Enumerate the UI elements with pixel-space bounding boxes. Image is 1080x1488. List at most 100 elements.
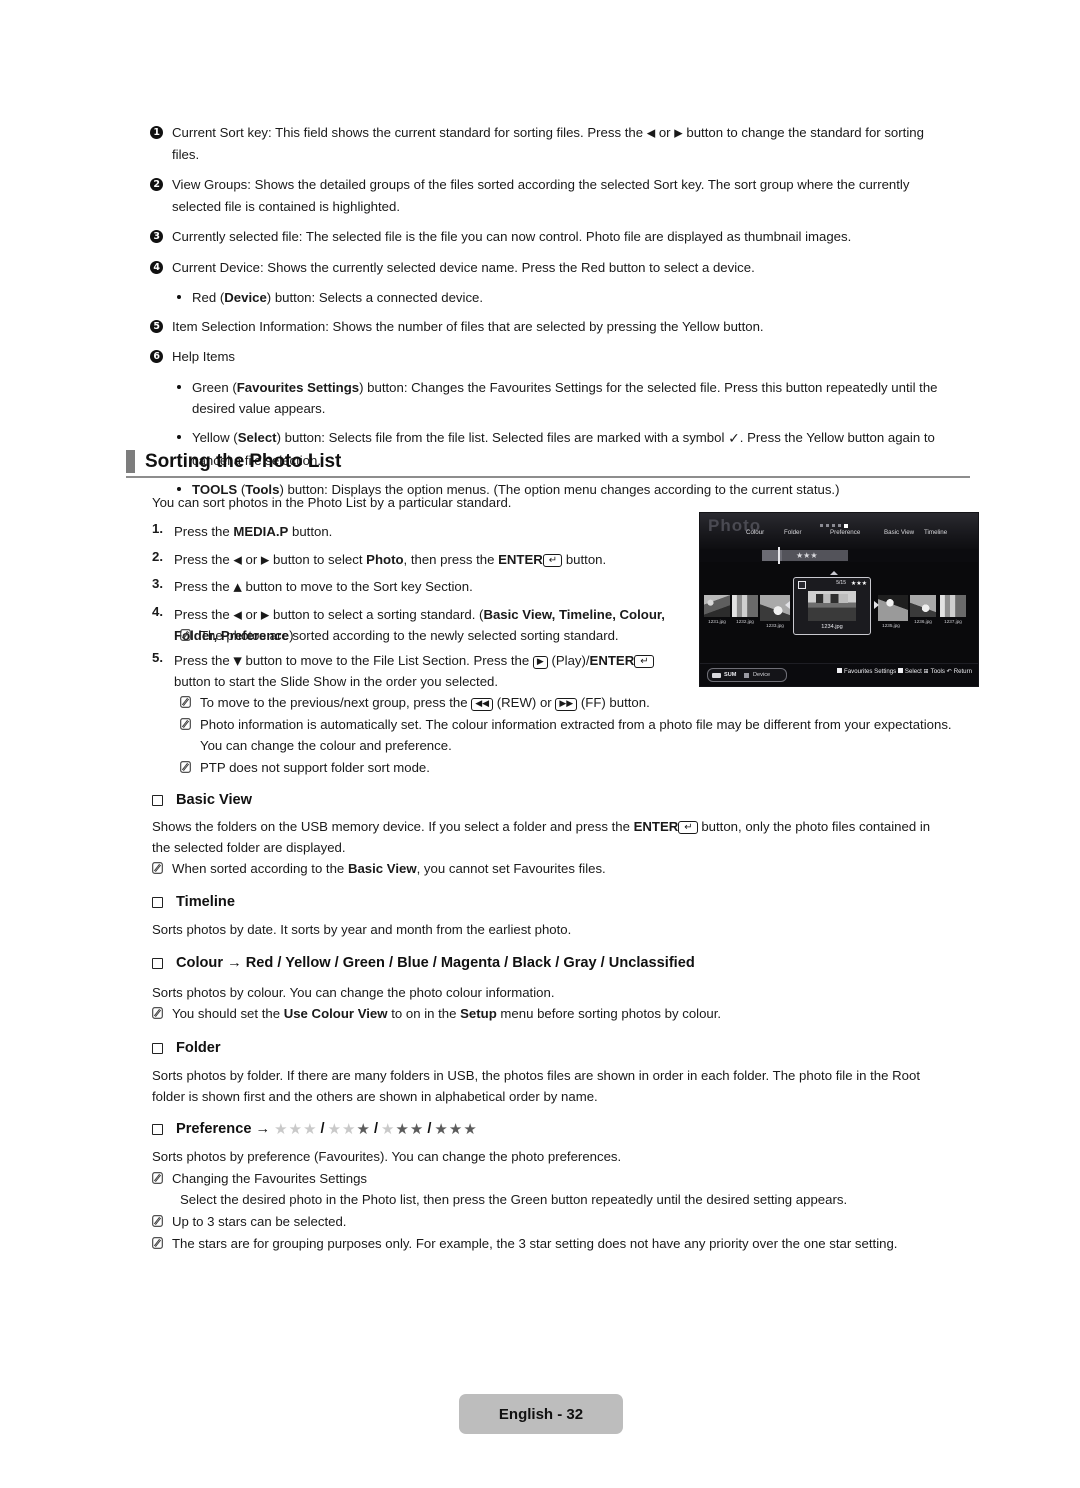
bullet-dot-icon bbox=[177, 384, 181, 389]
bullet-bold: Favourites Settings bbox=[236, 379, 360, 395]
tv-thumbnail-label: 1237.jpg bbox=[944, 619, 962, 624]
tv-device-indicator[interactable]: SUM Device bbox=[707, 668, 787, 682]
tv-selection-up-arrow-icon bbox=[830, 571, 838, 575]
basic-view-body: Shows the folders on the USB memory devi… bbox=[152, 816, 942, 859]
callout-text: Currently selected file: The selected fi… bbox=[172, 229, 852, 245]
callout-text: Item Selection Information: Shows the nu… bbox=[172, 318, 764, 334]
tv-thumbnail[interactable] bbox=[910, 595, 936, 617]
bullet-pre: Green ( bbox=[192, 379, 237, 395]
note-bold: Basic View bbox=[347, 861, 417, 876]
note-up-to-3-stars: Up to 3 stars can be selected. bbox=[152, 1211, 942, 1232]
note-rew-ff: To move to the previous/next group, pres… bbox=[180, 692, 970, 713]
tv-menu-timeline[interactable]: Timeline bbox=[924, 529, 947, 536]
tv-help-return[interactable]: Return bbox=[954, 668, 972, 675]
star-on-icon: ★★★ bbox=[434, 1120, 478, 1138]
tv-group-caret bbox=[778, 547, 780, 564]
tv-menu-folder[interactable]: Folder bbox=[784, 529, 802, 536]
tools-icon: ⊞ bbox=[923, 668, 929, 675]
tv-selected-card-header: 5/15 ★★★ bbox=[794, 578, 870, 589]
star-off-icon: ★ bbox=[381, 1120, 396, 1138]
callout-item-2: 2 View Groups: Shows the detailed groups… bbox=[150, 174, 950, 217]
tv-menu-basic-view[interactable]: Basic View bbox=[884, 529, 914, 536]
square-bullet-icon bbox=[152, 896, 163, 908]
tv-menu-colour[interactable]: Colour bbox=[746, 529, 764, 536]
red-button-icon bbox=[744, 673, 749, 678]
tv-dot bbox=[838, 524, 841, 528]
callout-item-6: 6 Help Items bbox=[150, 346, 950, 368]
tv-next-arrow-icon[interactable] bbox=[874, 601, 879, 609]
section-heading: Sorting the Photo List bbox=[126, 450, 966, 473]
tv-help-items: Favourites Settings Select ⊞ Tools ↶ Retur… bbox=[837, 668, 972, 675]
step-mid: or bbox=[241, 551, 261, 567]
square-bullet-icon bbox=[152, 957, 163, 969]
tv-bottom-bar: SUM Device Favourites Settings Select ⊞ T… bbox=[700, 663, 978, 686]
tv-prev-arrow-icon[interactable] bbox=[785, 601, 790, 609]
preference-body: Sorts photos by preference (Favourites).… bbox=[152, 1149, 622, 1164]
subsection-heading-preference: Preference → ★★★ / ★★★ / ★★★ / ★★★ bbox=[152, 1120, 478, 1138]
subsection-heading-colour: Colour → Red / Yellow / Green / Blue / M… bbox=[152, 955, 695, 971]
callout-text: Help Items bbox=[172, 349, 236, 365]
note-post: menu before sorting photos by colour. bbox=[496, 1006, 722, 1021]
note-pencil-icon bbox=[180, 717, 191, 735]
note-pencil-icon bbox=[152, 1214, 163, 1232]
note-sorted-standard: The photos are sorted according to the n… bbox=[180, 625, 700, 646]
down-arrow-icon: ▼ bbox=[233, 654, 242, 668]
star-on-icon: ★★ bbox=[395, 1120, 425, 1138]
square-bullet-icon bbox=[152, 1042, 163, 1054]
bullet-bold: Select bbox=[237, 429, 277, 445]
tv-page-dots bbox=[820, 517, 851, 535]
note-text: You should set the Use Colour View to on… bbox=[172, 1003, 942, 1024]
tv-selected-file-card[interactable]: 5/15 ★★★ 1234.jpg bbox=[793, 577, 871, 635]
step-mid: button to move to the File List Section.… bbox=[241, 653, 533, 668]
help-bullet-green: Green (Favourites Settings) button: Chan… bbox=[177, 377, 950, 420]
step-number: 5. bbox=[152, 650, 163, 665]
left-arrow-icon: ◀ bbox=[233, 608, 242, 621]
page-title: Sorting the Photo List bbox=[145, 450, 342, 472]
tv-thumbnail[interactable] bbox=[732, 595, 758, 617]
tv-dot bbox=[820, 524, 823, 528]
note-post: (FF) button. bbox=[577, 695, 650, 710]
bullet-dot-icon bbox=[177, 434, 181, 439]
tv-help-select[interactable]: Select bbox=[905, 668, 922, 675]
tv-thumbnail[interactable] bbox=[704, 595, 730, 617]
tv-thumbnail[interactable] bbox=[878, 595, 908, 621]
callout-text: Current Sort key: This field shows the c… bbox=[172, 122, 950, 165]
tv-help-favourites[interactable]: Favourites Settings bbox=[844, 668, 896, 675]
left-arrow-icon: ◀ bbox=[233, 553, 242, 567]
callout-number-icon: 2 bbox=[150, 178, 163, 192]
note-bold2: Setup bbox=[460, 1006, 497, 1021]
return-icon: ↶ bbox=[946, 668, 952, 675]
tv-selected-filename: 1234.jpg bbox=[821, 624, 843, 630]
note-basic-view-favourites: When sorted according to the Basic View,… bbox=[152, 858, 942, 879]
right-arrow-icon: ▶ bbox=[674, 126, 683, 140]
tv-thumbnail-image bbox=[704, 595, 730, 617]
callout-1-text-a: Current Sort key: This field shows the c… bbox=[172, 125, 647, 140]
tv-select-checkbox-icon[interactable] bbox=[798, 581, 806, 589]
tv-help-tools[interactable]: Tools bbox=[931, 668, 945, 675]
yellow-button-icon bbox=[897, 668, 903, 673]
subsection-heading-timeline: Timeline bbox=[152, 894, 235, 910]
note-text: To move to the previous/next group, pres… bbox=[200, 692, 970, 713]
bullet-bold: Device bbox=[224, 290, 267, 306]
star-separator: / bbox=[320, 1121, 325, 1137]
step-post: , then press the bbox=[403, 551, 499, 567]
checkmark-icon: ✓ bbox=[728, 430, 740, 447]
left-arrow-icon: ◀ bbox=[646, 126, 656, 140]
subsection-title: Colour → Red / Yellow / Green / Blue / M… bbox=[176, 955, 695, 971]
page-number-label: English - 32 bbox=[498, 1405, 584, 1423]
up-arrow-icon: ▲ bbox=[233, 580, 242, 594]
usb-icon bbox=[712, 672, 721, 678]
note-stars-grouping: The stars are for grouping purposes only… bbox=[152, 1233, 952, 1254]
callout-4-sub-text: Red (Device) button: Selects a connected… bbox=[192, 287, 950, 309]
star-on-icon: ★ bbox=[356, 1120, 371, 1138]
note-text: PTP does not support folder sort mode. bbox=[200, 760, 430, 775]
preference-star-group-0: ★★★ bbox=[274, 1120, 317, 1138]
preference-star-group-1: ★★★ bbox=[328, 1120, 371, 1138]
tv-selected-photo-preview bbox=[808, 591, 856, 621]
step-mid2: button to select a sorting standard. ( bbox=[269, 606, 484, 622]
step-post: button to move to the Sort key Section. bbox=[241, 579, 473, 595]
note-pre: When sorted according to the bbox=[172, 861, 348, 876]
callout-number-icon: 5 bbox=[150, 319, 163, 333]
page-footer-badge: English - 32 bbox=[459, 1394, 623, 1434]
tv-thumbnail[interactable] bbox=[940, 595, 966, 617]
